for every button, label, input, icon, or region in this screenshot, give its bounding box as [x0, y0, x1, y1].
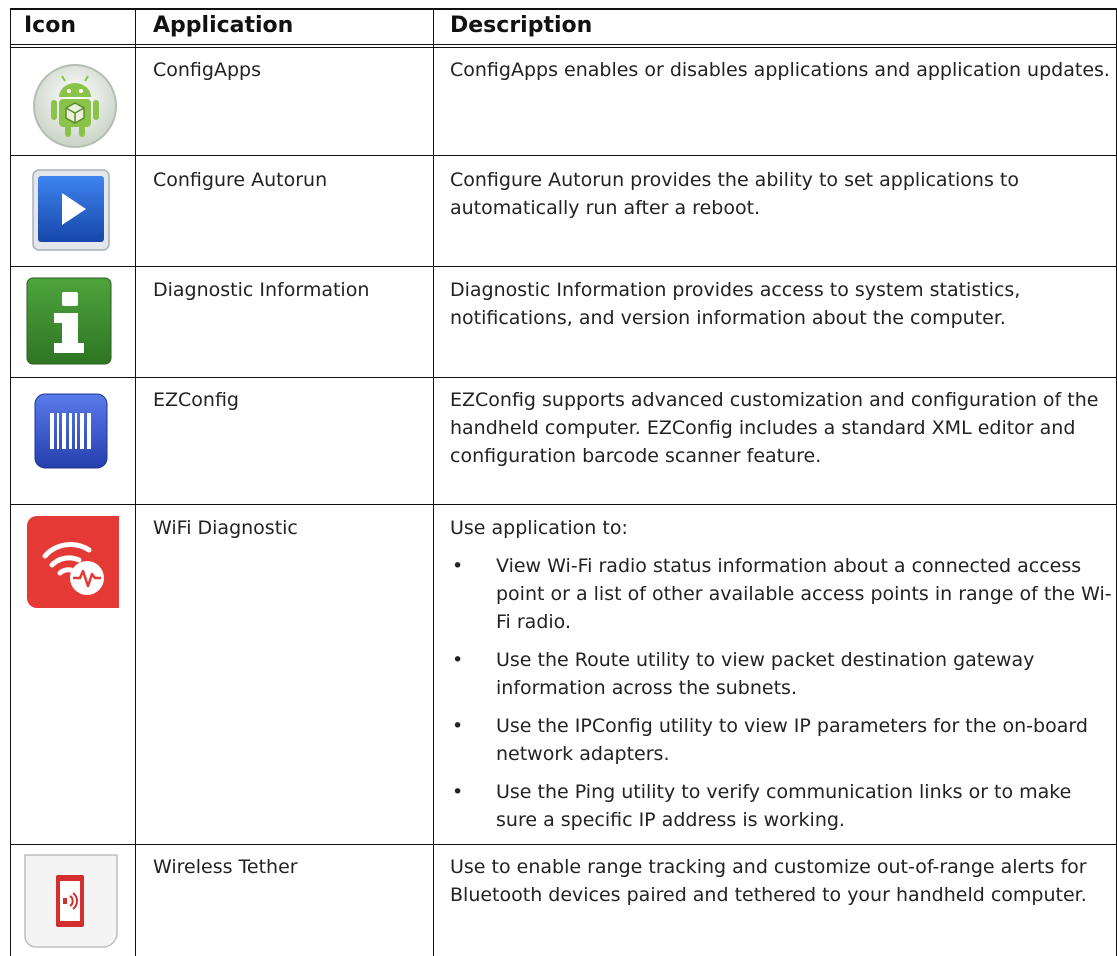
bullet-text: Use the IPConfig utility to view IP para…	[496, 715, 1088, 765]
wireless-tether-icon	[24, 854, 118, 952]
header-icon: Icon	[24, 13, 77, 38]
applications-table: Icon Application Description ConfigApps …	[10, 8, 1117, 956]
bullet-symbol: •	[452, 555, 464, 577]
bullet-symbol: •	[452, 781, 464, 803]
app-name: Configure Autorun	[153, 169, 328, 191]
bullet-text: Use the Ping utility to verify communica…	[496, 781, 1072, 831]
bullet-text: View Wi-Fi radio status information abou…	[496, 555, 1112, 633]
bullet-item: • View Wi-Fi radio status information ab…	[450, 552, 1112, 636]
header-rule-1	[10, 44, 1117, 45]
bullet-text: Use the Route utility to view packet des…	[496, 649, 1035, 699]
header-rule-2	[10, 47, 1117, 48]
app-description: Diagnostic Information provides access t…	[450, 279, 1021, 329]
android-configapps-icon	[32, 63, 118, 153]
header-application: Application	[153, 13, 294, 38]
bullet-symbol: •	[452, 715, 464, 737]
header-description: Description	[450, 13, 593, 38]
bullet-symbol: •	[452, 649, 464, 671]
row-divider	[10, 377, 1117, 378]
app-description: EZConfig supports advanced customization…	[450, 389, 1099, 467]
app-description: Use application to:	[450, 517, 628, 539]
app-description: Configure Autorun provides the ability t…	[450, 169, 1019, 219]
app-description: Use to enable range tracking and customi…	[450, 856, 1087, 906]
info-icon	[26, 277, 112, 369]
app-name: Diagnostic Information	[153, 279, 370, 301]
app-name: Wireless Tether	[153, 856, 298, 878]
app-name: WiFi Diagnostic	[153, 517, 298, 539]
col-border-left	[10, 8, 11, 956]
bullet-item: • Use the Route utility to view packet d…	[450, 646, 1112, 702]
row-divider	[10, 504, 1117, 505]
bullet-item: • Use the IPConfig utility to view IP pa…	[450, 712, 1112, 768]
play-autorun-icon	[32, 169, 110, 255]
app-description-block: Use application to: • View Wi-Fi radio s…	[450, 514, 1112, 834]
app-name: ConfigApps	[153, 59, 261, 81]
col-border	[433, 8, 434, 956]
app-description: ConfigApps enables or disables applicati…	[450, 59, 1110, 81]
row-divider	[10, 155, 1117, 156]
row-divider	[10, 266, 1117, 267]
barcode-ezconfig-icon	[34, 393, 108, 473]
row-divider	[10, 844, 1117, 845]
bullet-item: • Use the Ping utility to verify communi…	[450, 778, 1112, 834]
wifi-diagnostic-icon	[27, 516, 119, 612]
app-name: EZConfig	[153, 389, 239, 411]
col-border	[135, 8, 136, 956]
